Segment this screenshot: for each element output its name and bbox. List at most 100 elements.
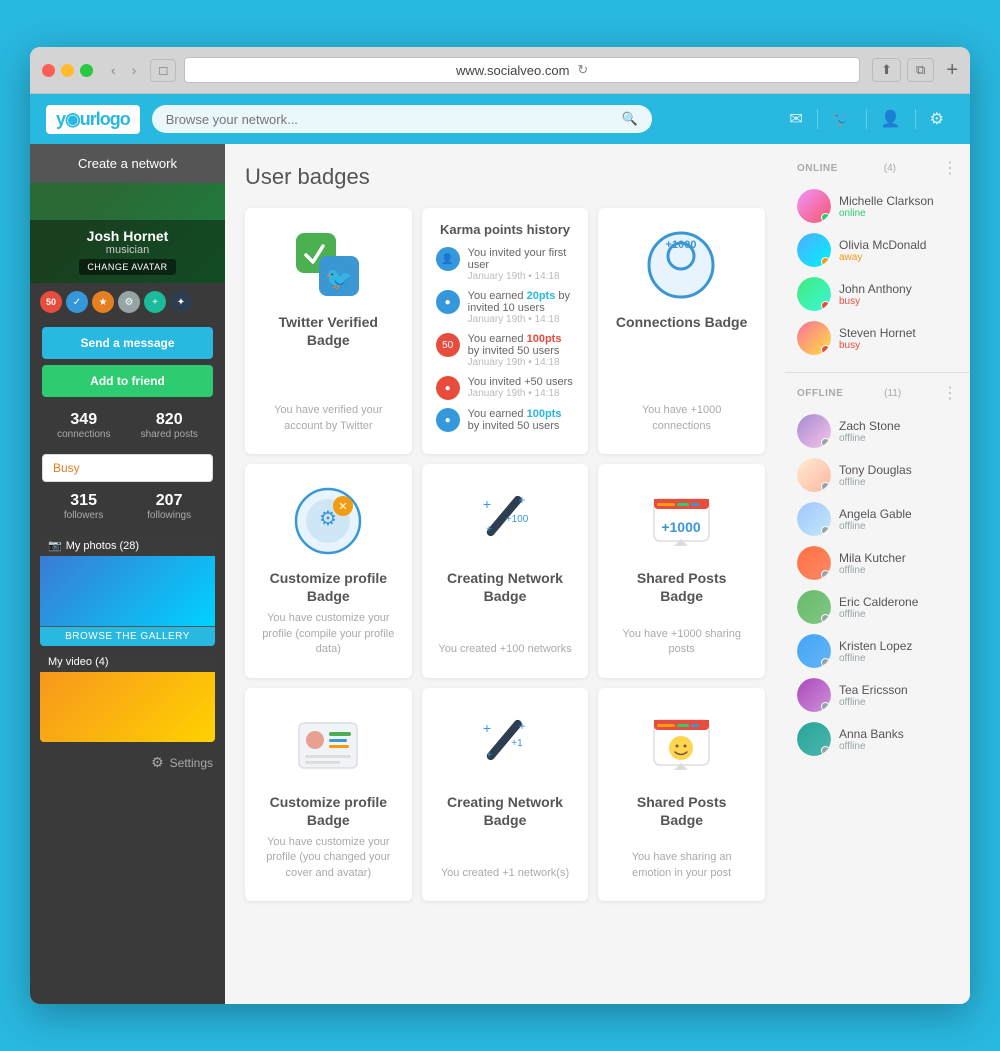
logo-text: y◉urlogo xyxy=(56,109,130,129)
user-info-steven: Steven Hornet busy xyxy=(839,326,958,351)
user-name-zach: Zach Stone xyxy=(839,419,958,433)
photos-header: 📷 My photos (28) xyxy=(40,535,215,556)
karma-icon-5: ● xyxy=(436,408,460,432)
badge-teal[interactable]: + xyxy=(144,291,166,313)
offline-user-2[interactable]: Tony Douglas offline xyxy=(785,453,970,497)
shared-posts-count: 820 xyxy=(141,411,198,429)
right-sidebar: ONLINE (4) ⋮ Michelle Clarkson online xyxy=(785,144,970,1004)
status-select[interactable]: Busy Online Away Offline xyxy=(42,454,213,482)
avatar-john xyxy=(797,277,831,311)
karma-item-5: ● You earned 100pts by invited 50 users xyxy=(436,408,575,432)
offline-user-7[interactable]: Tea Ericsson offline xyxy=(785,673,970,717)
online-user-1[interactable]: Michelle Clarkson online xyxy=(785,184,970,228)
karma-desc-1: You invited your first user xyxy=(468,247,575,271)
online-user-4[interactable]: Steven Hornet busy xyxy=(785,316,970,360)
online-user-3[interactable]: John Anthony busy xyxy=(785,272,970,316)
stats-row-2: 315 followers 207 followings xyxy=(30,488,225,529)
close-dot[interactable] xyxy=(42,64,55,77)
offline-more-button[interactable]: ⋮ xyxy=(942,383,958,403)
karma-icon-4: ● xyxy=(436,376,460,400)
nav-divider-1 xyxy=(817,109,818,129)
profile-title: musician xyxy=(38,244,217,256)
user-info-john: John Anthony busy xyxy=(839,282,958,307)
profile-overlay: Josh Hornet musician CHANGE AVATAR xyxy=(30,220,225,283)
status-dot-busy-steven xyxy=(821,345,830,354)
settings-icon[interactable]: ⚙ xyxy=(920,101,954,137)
add-friend-button[interactable]: Add to friend xyxy=(42,365,213,397)
twitter-verified-icon: 🐦 xyxy=(291,228,366,303)
badge-50[interactable]: 50 xyxy=(40,291,62,313)
badge-blue[interactable]: ✓ xyxy=(66,291,88,313)
user-name-kristen: Kristen Lopez xyxy=(839,639,958,653)
main-content: User badges 🐦 Twitter Verified Badge You… xyxy=(225,144,785,1004)
search-bar[interactable]: 🔍 xyxy=(152,105,652,133)
offline-user-8[interactable]: Anna Banks offline xyxy=(785,717,970,761)
twitter-badge-desc: You have verified your account by Twitte… xyxy=(261,403,396,434)
offline-user-3[interactable]: Angela Gable offline xyxy=(785,497,970,541)
status-dot-online xyxy=(821,213,830,222)
karma-date-1: January 19th • 14:18 xyxy=(468,271,575,282)
customize-profile-1-title: Customize profile Badge xyxy=(261,569,396,605)
share-button[interactable]: ⬆ xyxy=(872,58,901,82)
avatar-zach xyxy=(797,414,831,448)
customize-profile-2-desc: You have customize your profile (you cha… xyxy=(261,835,396,881)
online-user-2[interactable]: Olivia McDonald away xyxy=(785,228,970,272)
customize-profile-1-desc: You have customize your profile (compile… xyxy=(261,611,396,657)
karma-date-2: January 19th • 14:18 xyxy=(468,314,575,325)
user-name-tea: Tea Ericsson xyxy=(839,683,958,697)
online-more-button[interactable]: ⋮ xyxy=(942,158,958,178)
online-section: ONLINE (4) ⋮ Michelle Clarkson online xyxy=(785,154,970,360)
twitter-icon[interactable]: 🐦 xyxy=(822,101,862,137)
user-status-eric: offline xyxy=(839,609,958,620)
forward-button[interactable]: › xyxy=(126,60,143,80)
customize-profile-2-icon xyxy=(291,708,366,783)
customize-profile-1-icon: ⚙ ✕ xyxy=(291,484,366,559)
online-offline-divider xyxy=(785,372,970,373)
videos-thumbnail xyxy=(40,672,215,742)
app-nav: y◉urlogo 🔍 ✉ 🐦 👤 ⚙ xyxy=(30,94,970,144)
shared-posts-1-desc: You have +1000 sharing posts xyxy=(614,627,749,658)
badge-dark[interactable]: ✦ xyxy=(170,291,192,313)
offline-user-4[interactable]: Mila Kutcher offline xyxy=(785,541,970,585)
change-avatar-button[interactable]: CHANGE AVATAR xyxy=(79,259,175,275)
maximize-dot[interactable] xyxy=(80,64,93,77)
new-tab-button[interactable]: + xyxy=(946,59,958,82)
karma-text-4: You invited +50 users January 19th • 14:… xyxy=(468,376,573,399)
app-body: Create a network Josh Hornet musician CH… xyxy=(30,144,970,1004)
tab-view-button[interactable]: □ xyxy=(150,59,176,82)
offline-label: OFFLINE xyxy=(797,388,843,399)
offline-user-6[interactable]: Kristen Lopez offline xyxy=(785,629,970,673)
offline-user-1[interactable]: Zach Stone offline xyxy=(785,409,970,453)
offline-section: OFFLINE (11) ⋮ Zach Stone offline xyxy=(785,379,970,761)
creating-network-2-title: Creating Network Badge xyxy=(438,793,573,829)
karma-item-3: 50 You earned 100pts by invited 50 users… xyxy=(436,333,575,368)
user-name-eric: Eric Calderone xyxy=(839,595,958,609)
shared-posts-2-card: Shared Posts Badge You have sharing an e… xyxy=(598,688,765,902)
browser-nav: ‹ › xyxy=(105,60,142,80)
send-message-button[interactable]: Send a message xyxy=(42,327,213,359)
refresh-button[interactable]: ↻ xyxy=(577,62,588,78)
connections-badge-title: Connections Badge xyxy=(616,313,747,331)
karma-item-1: 👤 You invited your first user January 19… xyxy=(436,247,575,282)
offline-user-5[interactable]: Eric Calderone offline xyxy=(785,585,970,629)
shared-posts-1-card: +1000 Shared Posts Badge You have +1000 … xyxy=(598,464,765,678)
browser-actions: ⬆ ⧉ xyxy=(872,58,934,82)
profile-icon[interactable]: 👤 xyxy=(871,101,911,137)
badge-gray[interactable]: ⚙ xyxy=(118,291,140,313)
back-button[interactable]: ‹ xyxy=(105,60,122,80)
messages-icon[interactable]: ✉ xyxy=(779,101,812,137)
shared-posts-2-title: Shared Posts Badge xyxy=(614,793,749,829)
url-bar[interactable]: www.socialveo.com ↻ xyxy=(184,57,860,83)
duplicate-button[interactable]: ⧉ xyxy=(907,58,934,82)
badge-orange[interactable]: ★ xyxy=(92,291,114,313)
minimize-dot[interactable] xyxy=(61,64,74,77)
create-network-button[interactable]: Create a network xyxy=(30,144,225,183)
status-dot-tea xyxy=(821,702,830,711)
search-input[interactable] xyxy=(166,112,614,127)
user-info-olivia: Olivia McDonald away xyxy=(839,238,958,263)
connections-badge-desc: You have +1000 connections xyxy=(614,403,749,434)
svg-text:+: + xyxy=(519,493,526,507)
browse-gallery-button[interactable]: BROWSE THE GALLERY xyxy=(40,627,215,646)
user-name-angela: Angela Gable xyxy=(839,507,958,521)
svg-text:+: + xyxy=(519,719,526,733)
